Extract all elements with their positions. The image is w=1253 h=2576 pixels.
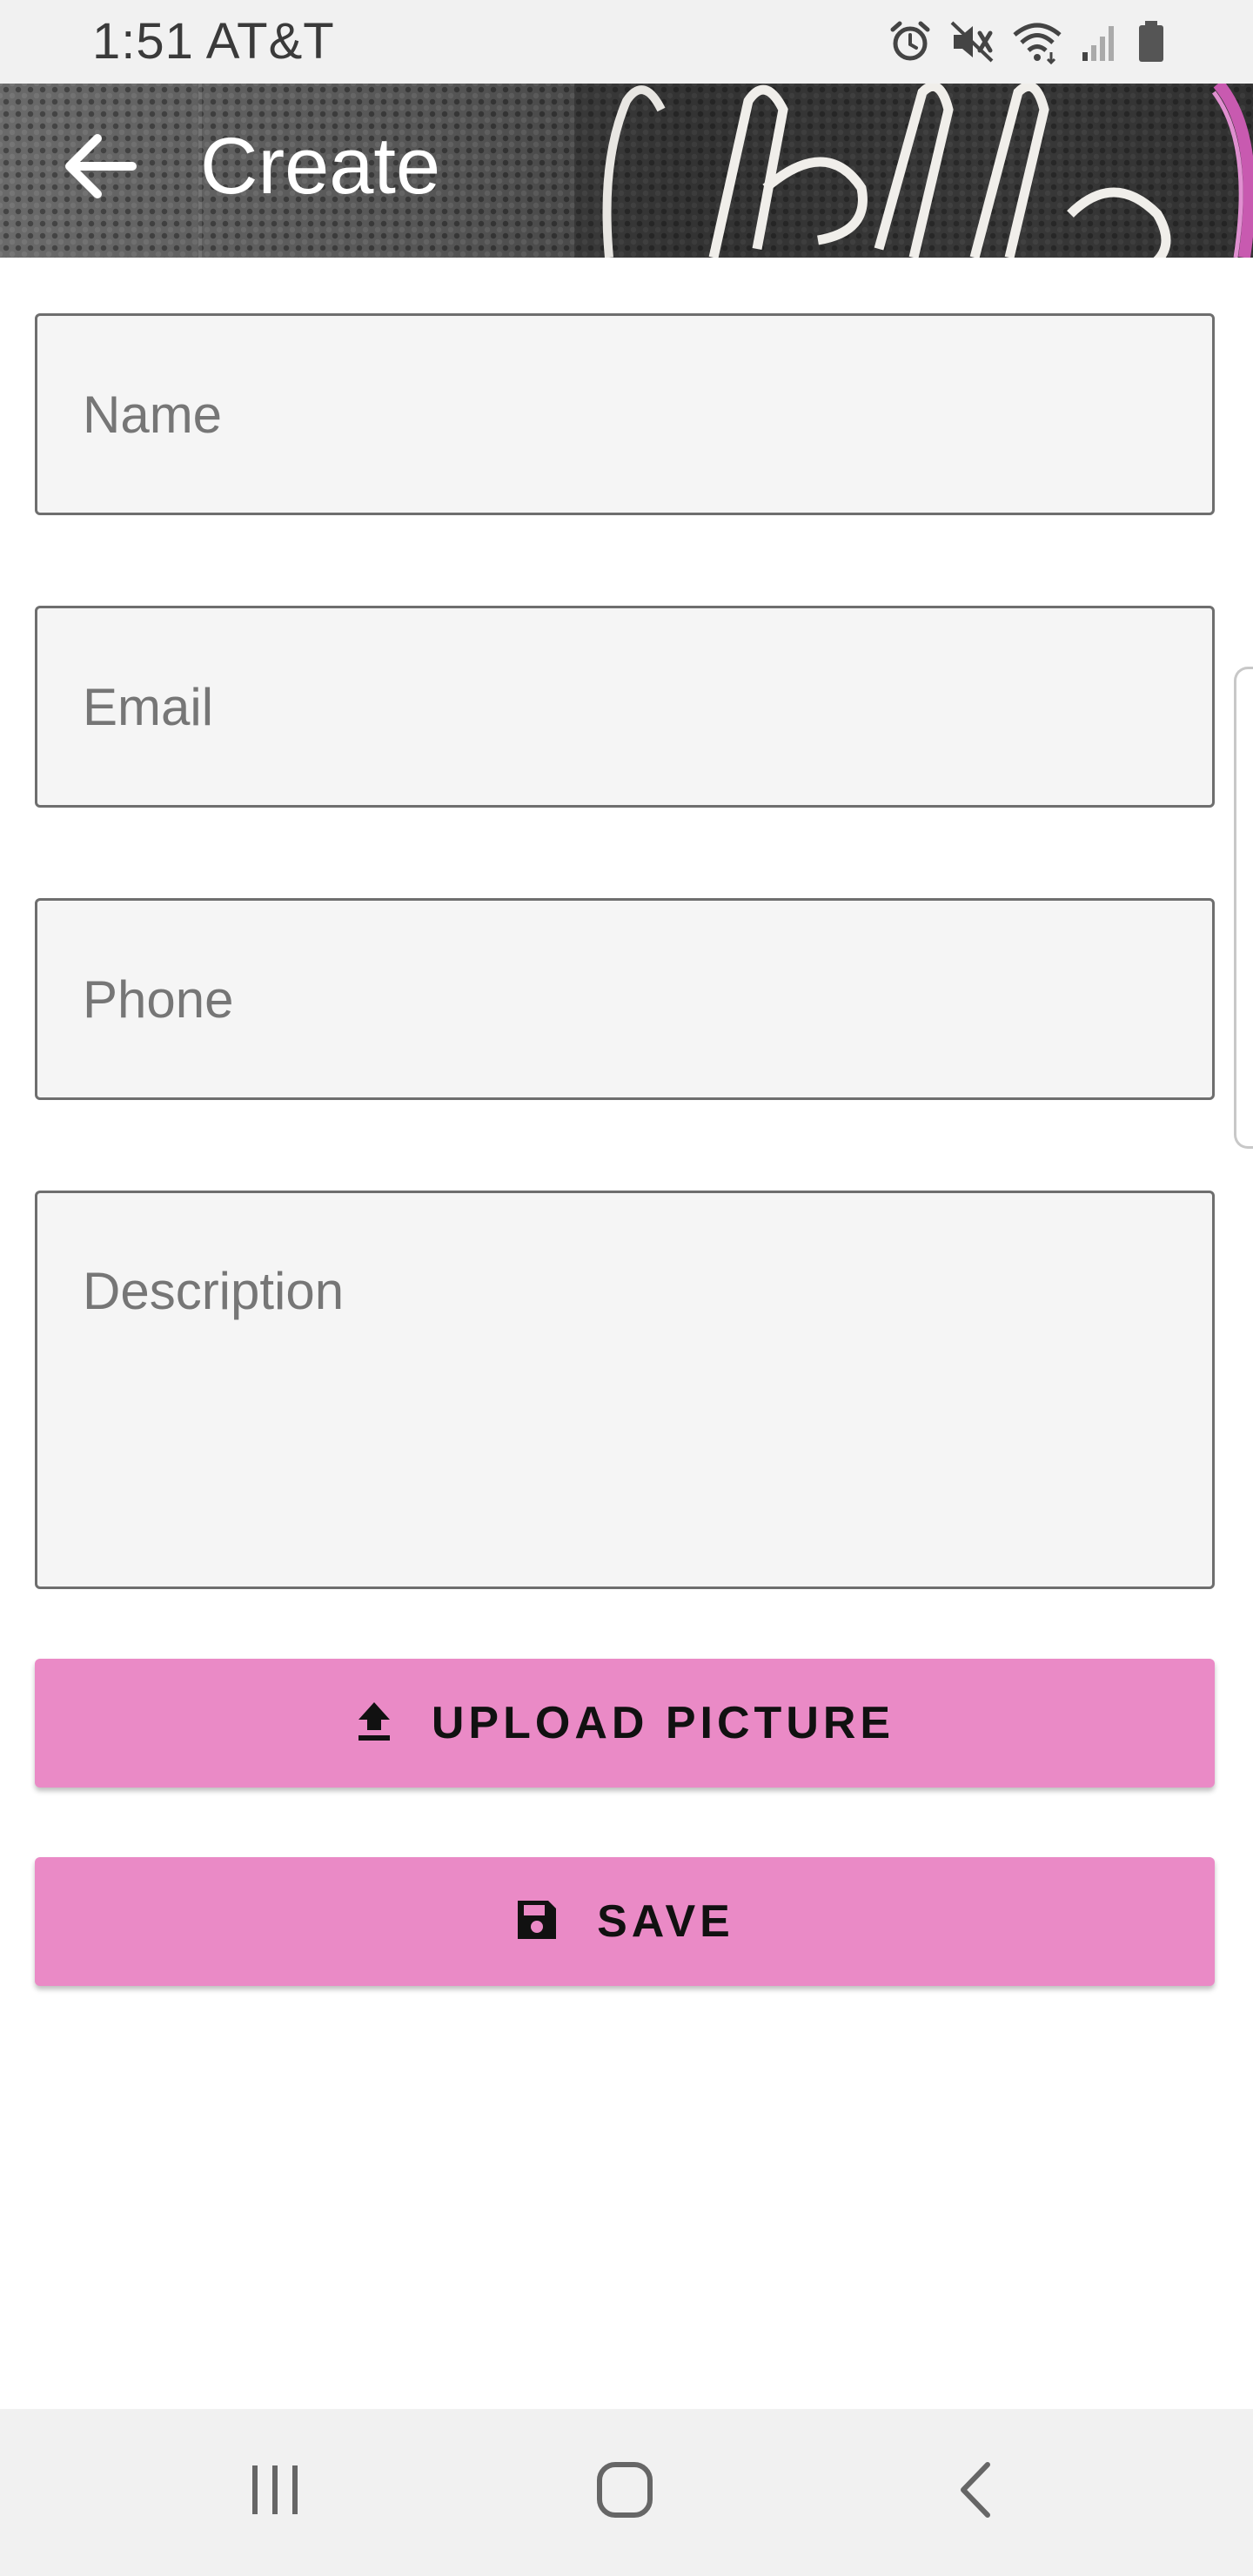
- back-icon: [953, 2459, 996, 2525]
- edge-panel-handle[interactable]: [1234, 667, 1253, 1149]
- upload-icon: [355, 1701, 393, 1747]
- nav-back-button[interactable]: [922, 2444, 1027, 2539]
- upload-picture-label: UPLOAD PICTURE: [431, 1698, 895, 1748]
- phone-field-container: [35, 898, 1215, 1100]
- battery-icon: [1136, 19, 1166, 64]
- vibrate-mute-icon: [948, 19, 995, 64]
- home-icon: [595, 2460, 654, 2524]
- create-screen: 1:51 AT&T Create Name Email Phone Descri…: [0, 0, 1253, 2576]
- description-input[interactable]: [37, 1193, 1212, 1587]
- save-button[interactable]: SAVE: [35, 1857, 1215, 1986]
- status-time-carrier: 1:51 AT&T: [92, 13, 335, 70]
- name-field-container: [35, 313, 1215, 515]
- alarm-icon: [888, 19, 933, 64]
- back-button[interactable]: [52, 120, 148, 216]
- description-field-container: [35, 1191, 1215, 1589]
- status-bar: 1:51 AT&T: [0, 0, 1253, 84]
- system-nav-bar: [0, 2409, 1253, 2576]
- floppy-disk-icon: [515, 1898, 559, 1946]
- upload-picture-button[interactable]: UPLOAD PICTURE: [35, 1659, 1215, 1788]
- phone-input[interactable]: [37, 901, 1212, 1097]
- email-input[interactable]: [37, 608, 1212, 805]
- email-field-container: [35, 606, 1215, 808]
- recents-button[interactable]: [223, 2444, 327, 2539]
- signal-icon: [1079, 19, 1121, 64]
- page-title: Create: [200, 122, 441, 211]
- name-input[interactable]: [37, 316, 1212, 513]
- hello-neon-sign-image: [198, 84, 1253, 258]
- recents-icon: [247, 2462, 303, 2522]
- app-header: Create: [0, 84, 1253, 258]
- wifi-icon: [1011, 19, 1063, 64]
- save-label: SAVE: [597, 1896, 734, 1947]
- status-icons: [888, 16, 1166, 68]
- arrow-left-icon: [63, 131, 137, 205]
- home-button[interactable]: [573, 2444, 677, 2539]
